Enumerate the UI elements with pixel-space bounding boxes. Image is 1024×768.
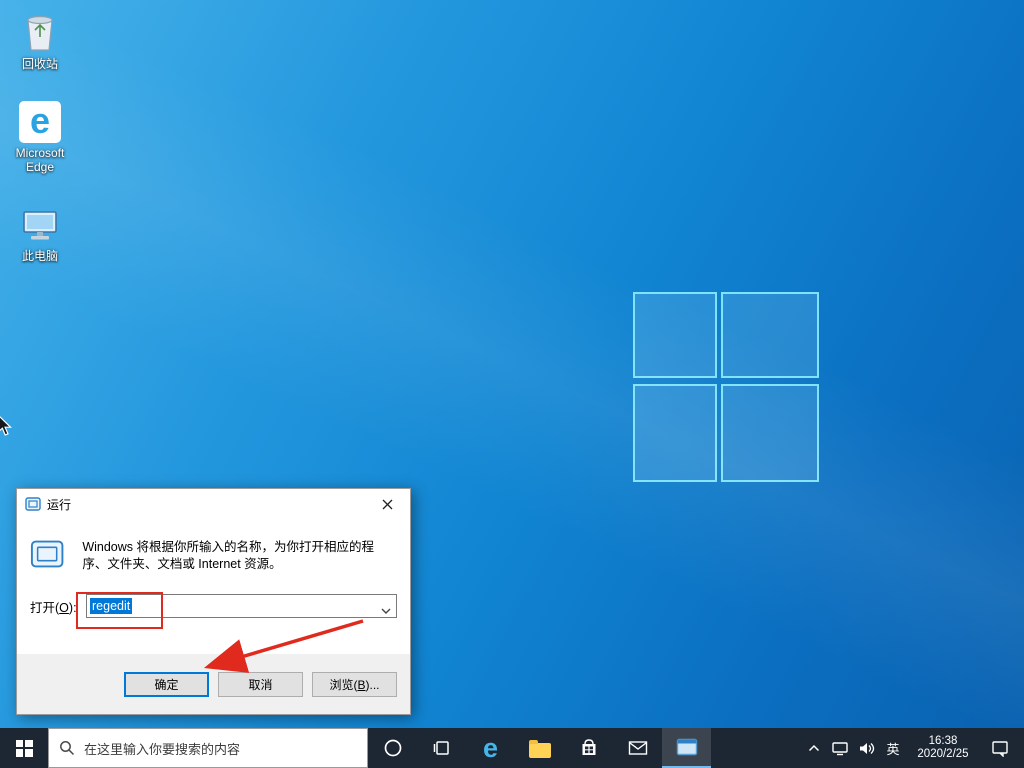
close-button[interactable] — [365, 489, 410, 519]
desktop-icons: 回收站 e Microsoft Edge 此电脑 — [8, 6, 72, 287]
chevron-up-icon — [808, 744, 820, 752]
this-pc-icon — [17, 198, 63, 246]
search-icon — [60, 741, 75, 756]
window-icon — [676, 738, 697, 756]
action-center-button[interactable] — [980, 728, 1020, 768]
cortana-icon — [384, 739, 401, 757]
mail-button[interactable] — [613, 728, 662, 768]
close-icon — [382, 499, 393, 509]
action-center-icon — [992, 740, 1008, 757]
desktop-icon-recycle-bin[interactable]: 回收站 — [8, 6, 72, 71]
store-button[interactable] — [564, 728, 613, 768]
combo-dropdown-icon[interactable] — [381, 603, 391, 617]
run-dialog-taskbar-button[interactable] — [662, 728, 711, 768]
taskbar-clock[interactable]: 16:38 2020/2/25 — [906, 728, 980, 768]
run-input-value: regedit — [90, 598, 133, 614]
recycle-bin-icon — [18, 6, 62, 54]
tray-expand-button[interactable] — [802, 728, 826, 768]
run-description: Windows 将根据你所输入的名称，为你打开相应的程序、文件夹、文档或 Int… — [82, 540, 375, 571]
taskbar-search[interactable]: 在这里输入你要搜索的内容 — [48, 728, 368, 768]
windows-logo-icon — [15, 739, 33, 757]
run-input[interactable]: regedit — [86, 594, 397, 618]
speaker-icon — [860, 742, 875, 754]
open-label: 打开(O): — [30, 600, 77, 615]
run-dialog: 运行 Windows 将根据你所输入的名称，为你打开相应的程序、文件夹、文档或 … — [16, 488, 411, 715]
run-dialog-footer: 确定 取消 浏览(B)... — [17, 654, 410, 714]
run-dialog-body: Windows 将根据你所输入的名称，为你打开相应的程序、文件夹、文档或 Int… — [17, 519, 410, 654]
taskbar: 在这里输入你要搜索的内容 e 英 16:38 2020/2/25 — [0, 728, 1024, 768]
clock-time: 16:38 — [928, 735, 958, 747]
network-status[interactable] — [826, 728, 853, 768]
folder-icon — [528, 739, 551, 758]
run-dialog-titlebar: 运行 — [17, 489, 410, 519]
cortana-button[interactable] — [368, 728, 417, 768]
run-dialog-title-icon — [25, 497, 41, 511]
edge-icon: e — [19, 95, 61, 143]
ok-button[interactable]: 确定 — [124, 671, 209, 697]
ime-indicator[interactable]: 英 — [880, 728, 906, 768]
desktop-icon-label: Microsoft Edge — [15, 146, 65, 174]
desktop-icon-this-pc[interactable]: 此电脑 — [8, 198, 72, 263]
clock-date: 2020/2/25 — [917, 748, 969, 760]
desktop-icon-label: 此电脑 — [21, 249, 58, 263]
network-icon — [831, 741, 848, 755]
windows-wallpaper-logo — [633, 292, 819, 482]
system-tray: 英 16:38 2020/2/25 — [802, 728, 1024, 768]
browse-button[interactable]: 浏览(B)... — [312, 671, 397, 697]
desktop-icon-label: 回收站 — [21, 57, 58, 71]
dialog-title: 运行 — [47, 497, 72, 512]
start-button[interactable] — [0, 728, 48, 768]
file-explorer-button[interactable] — [515, 728, 564, 768]
edge-icon: e — [482, 732, 499, 763]
mail-icon — [628, 741, 647, 755]
cancel-button[interactable]: 取消 — [218, 671, 303, 697]
task-view-icon — [433, 741, 449, 755]
edge-taskbar-button[interactable]: e — [466, 728, 515, 768]
task-view-button[interactable] — [417, 728, 466, 768]
volume-status[interactable] — [853, 728, 880, 768]
search-placeholder: 在这里输入你要搜索的内容 — [84, 741, 241, 757]
run-icon — [30, 540, 64, 568]
store-icon — [582, 739, 595, 755]
desktop-icon-edge[interactable]: e Microsoft Edge — [8, 95, 72, 174]
